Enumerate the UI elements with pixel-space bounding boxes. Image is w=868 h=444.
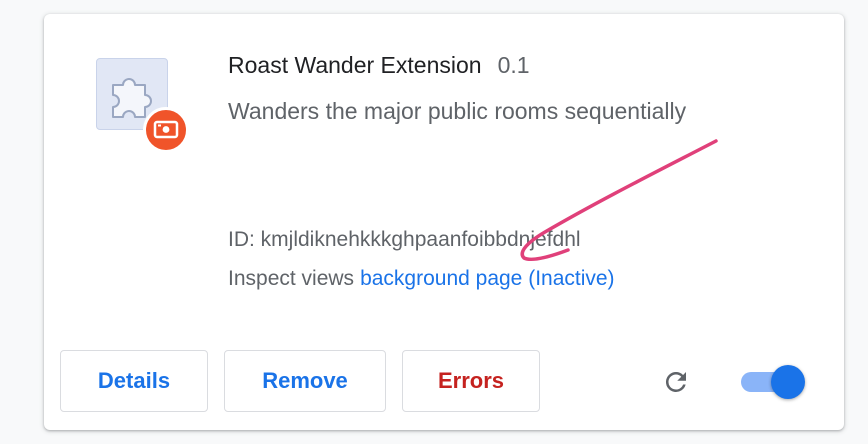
remove-button[interactable]: Remove (224, 350, 386, 412)
background-page-link[interactable]: background page (Inactive) (360, 267, 615, 290)
errors-button[interactable]: Errors (402, 350, 540, 412)
toggle-knob (771, 365, 805, 399)
extension-id: ID: kmjldiknehkkkghpaanfoibbdnjefdhl (228, 228, 581, 251)
extension-version: 0.1 (497, 52, 530, 78)
reload-icon (665, 371, 686, 392)
reload-button[interactable] (656, 364, 696, 400)
extension-card: Roast Wander Extension 0.1 Wanders the m… (44, 14, 844, 430)
inspect-views-label: Inspect views (228, 267, 355, 290)
extension-description: Wanders the major public rooms sequentia… (228, 98, 687, 124)
unpacked-badge-icon (143, 107, 189, 153)
details-button[interactable]: Details (60, 350, 208, 412)
extension-title-row: Roast Wander Extension 0.1 (228, 52, 530, 82)
extension-name: Roast Wander Extension (228, 52, 482, 78)
enable-toggle[interactable] (741, 365, 805, 399)
inspect-views-row: Inspect views background page (Inactive) (228, 267, 615, 291)
extension-icon-group (96, 58, 192, 154)
